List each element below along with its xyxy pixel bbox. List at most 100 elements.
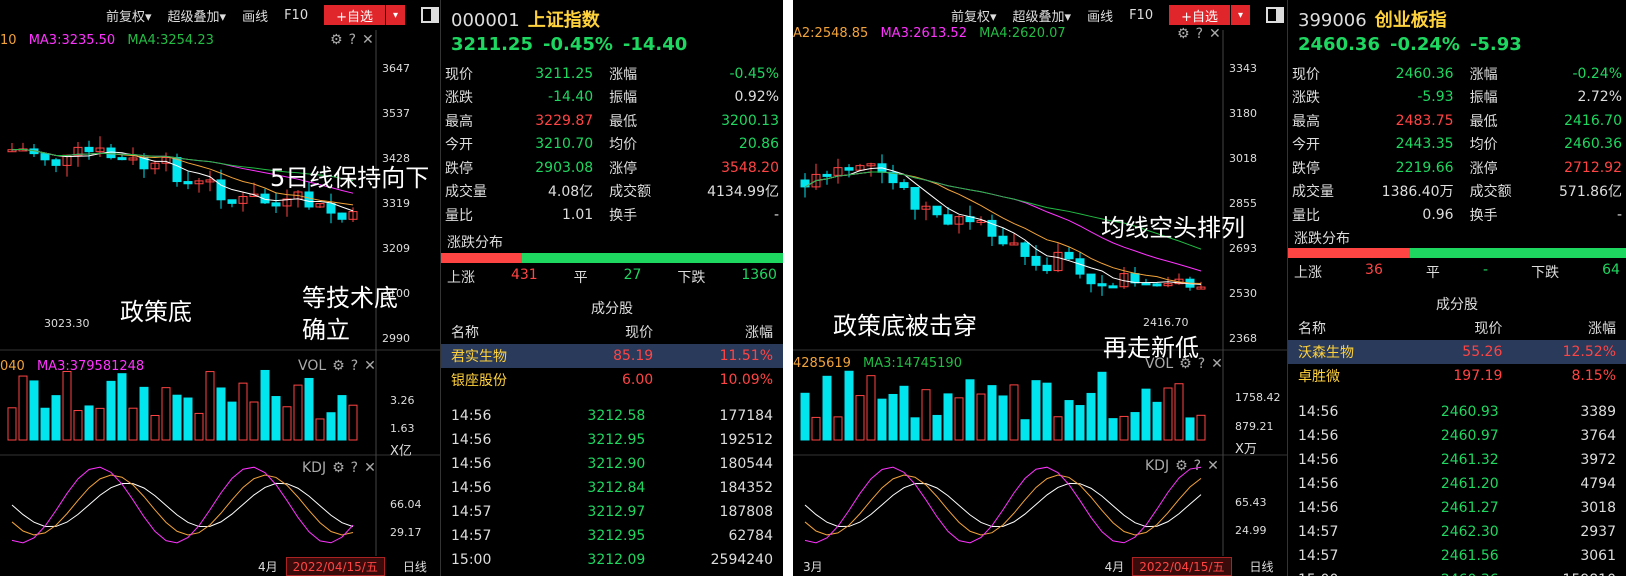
volume-bar — [943, 393, 953, 441]
help-icon[interactable]: ? — [1198, 356, 1205, 372]
flat-count: 27 — [623, 267, 642, 283]
price-tick: 2693 — [1229, 242, 1257, 255]
tick-time: 14:57 — [1298, 548, 1339, 564]
dist-counts: 上涨 431 平 27 下跌 1360 — [447, 267, 777, 287]
volume-bar — [1163, 387, 1173, 441]
low-price-label: 3023.30 — [44, 317, 90, 330]
help-icon[interactable]: ? — [351, 460, 358, 476]
month-label: 4月 — [258, 559, 278, 574]
components-table[interactable]: 名称 现价 涨幅 君实生物 85.19 11.51% 银座股份 6.00 10.09% — [441, 320, 783, 392]
quote-value: - — [773, 206, 779, 223]
tick-row: 15:00 3212.09 2594240 — [441, 548, 783, 572]
up-label: 上涨 — [1294, 265, 1322, 281]
stock-name: 银座股份 — [451, 373, 507, 389]
volume-bar — [1031, 380, 1041, 441]
candle-body — [117, 157, 127, 161]
tick-price: 3212.97 — [587, 504, 646, 520]
quote-label: 涨跌 — [445, 90, 473, 107]
component-row[interactable]: 银座股份 6.00 10.09% — [441, 368, 783, 392]
quote-label: 均价 — [609, 137, 638, 154]
tick-row: 14:56 2460.97 3764 — [1288, 424, 1626, 448]
volume-bar — [73, 410, 83, 441]
quote-value: 3200.13 — [721, 112, 779, 129]
volume-bar — [51, 395, 61, 441]
quote-value: 4134.99亿 — [707, 184, 779, 201]
right-chart-svg: 3343318030182855269325302368 — [793, 30, 1287, 556]
vol-axis-2: 879.21 — [1235, 420, 1274, 433]
volume-bar — [326, 412, 336, 441]
volume-bar — [899, 385, 909, 441]
stock-name: 君实生物 — [451, 349, 507, 365]
quote-label: 现价 — [445, 66, 473, 83]
volume-bar — [1097, 371, 1107, 441]
right-quote-panel: 399006 创业板指 2460.36 -0.24% -5.93 现价 2460.36 涨… — [1287, 0, 1626, 576]
candle-body — [1086, 273, 1096, 285]
components-table[interactable]: 名称 现价 涨幅 沃森生物 55.26 12.52% 卓胜微 197.19 8.15% — [1288, 316, 1626, 388]
component-row[interactable]: 君实生物 85.19 11.51% — [441, 344, 783, 368]
tick-row: 14:56 2461.20 4794 — [1288, 472, 1626, 496]
volume-bar — [282, 406, 292, 441]
tick-row: 14:56 3212.84 184352 — [441, 476, 783, 500]
component-row[interactable]: 卓胜微 197.19 8.15% — [1288, 364, 1626, 388]
close-icon[interactable]: ✕ — [364, 358, 376, 374]
candle-body — [51, 159, 61, 166]
volume-bar — [932, 414, 942, 441]
tick-row: 14:57 3212.97 187808 — [441, 500, 783, 524]
volume-bar — [205, 371, 215, 441]
price-tick: 2368 — [1229, 332, 1257, 345]
quote-row: 成交量 4.08亿 成交额 4134.99亿 — [441, 180, 783, 204]
settings-icon[interactable]: ⚙ — [1179, 356, 1192, 372]
vol-ma3: MA3:14745190 — [863, 356, 962, 371]
tick-price: 2461.56 — [1440, 548, 1499, 564]
price-tick: 2530 — [1229, 287, 1257, 300]
current-date: 2022/04/15/五 — [285, 556, 385, 576]
kdj-line — [804, 466, 1202, 544]
volume-bar — [1108, 418, 1118, 441]
volume-bar — [315, 418, 325, 441]
kdj-line — [11, 482, 354, 528]
down-label: 下跌 — [677, 270, 706, 286]
quote-value: 2712.92 — [1564, 159, 1622, 176]
tick-volume: 3764 — [1580, 428, 1616, 444]
tick-row: 14:56 2461.32 3972 — [1288, 448, 1626, 472]
settings-icon[interactable]: ⚙ — [1175, 458, 1188, 474]
volume-bar — [1075, 405, 1085, 441]
left-kline-chart[interactable]: 前复权▾ 超级叠加▾ 画线 F10 +自选 ▾ 10 MA3:3235.50 M… — [0, 0, 440, 576]
volume-bar — [1130, 412, 1140, 441]
tick-row: 14:56 3212.58 177184 — [441, 404, 783, 428]
right-kline-chart[interactable]: 前复权▾ 超级叠加▾ 画线 F10 +自选 ▾ A2:2548.85 MA3:2… — [793, 0, 1287, 576]
period-tab[interactable]: 日线 — [403, 558, 427, 575]
quote-value: -0.24% — [1572, 65, 1622, 82]
help-icon[interactable]: ? — [351, 358, 358, 374]
settings-icon[interactable]: ⚙ — [332, 460, 345, 476]
volume-bar — [844, 370, 854, 441]
tick-price: 2462.30 — [1440, 524, 1499, 540]
index-name: 上证指数 — [527, 10, 600, 31]
tick-row: 14:56 2461.27 3018 — [1288, 496, 1626, 520]
vol-controls: VOL ⚙? ✕ — [298, 358, 376, 374]
period-tab[interactable]: 日线 — [1250, 558, 1274, 575]
last-price: 2460.36 — [1298, 34, 1380, 55]
volume-bar — [1152, 401, 1162, 441]
tick-row: 14:56 2460.93 3389 — [1288, 400, 1626, 424]
pct-change: -0.24% — [1389, 34, 1460, 55]
quote-value: 2443.35 — [1395, 136, 1454, 153]
index-code: 000001 上证指数 — [451, 10, 600, 31]
volume-bar — [304, 377, 314, 441]
tick-time: 15:00 — [451, 552, 492, 568]
col-pct: 涨幅 — [1588, 321, 1616, 337]
help-icon[interactable]: ? — [1194, 458, 1201, 474]
tick-volume: 192512 — [719, 432, 773, 448]
close-icon[interactable]: ✕ — [1211, 356, 1223, 372]
tick-price: 2461.20 — [1440, 476, 1499, 492]
tick-price: 3211.25 — [535, 572, 656, 576]
candle-body — [183, 181, 193, 185]
component-row[interactable]: 沃森生物 55.26 12.52% — [1288, 340, 1626, 364]
up-label: 上涨 — [447, 270, 475, 286]
volume-bar — [976, 393, 986, 441]
annotation-tech-bottom: 等技术底 — [302, 284, 398, 312]
quote-value: 2483.75 — [1395, 112, 1454, 129]
close-icon[interactable]: ✕ — [1207, 458, 1219, 474]
close-icon[interactable]: ✕ — [364, 460, 376, 476]
settings-icon[interactable]: ⚙ — [332, 358, 345, 374]
